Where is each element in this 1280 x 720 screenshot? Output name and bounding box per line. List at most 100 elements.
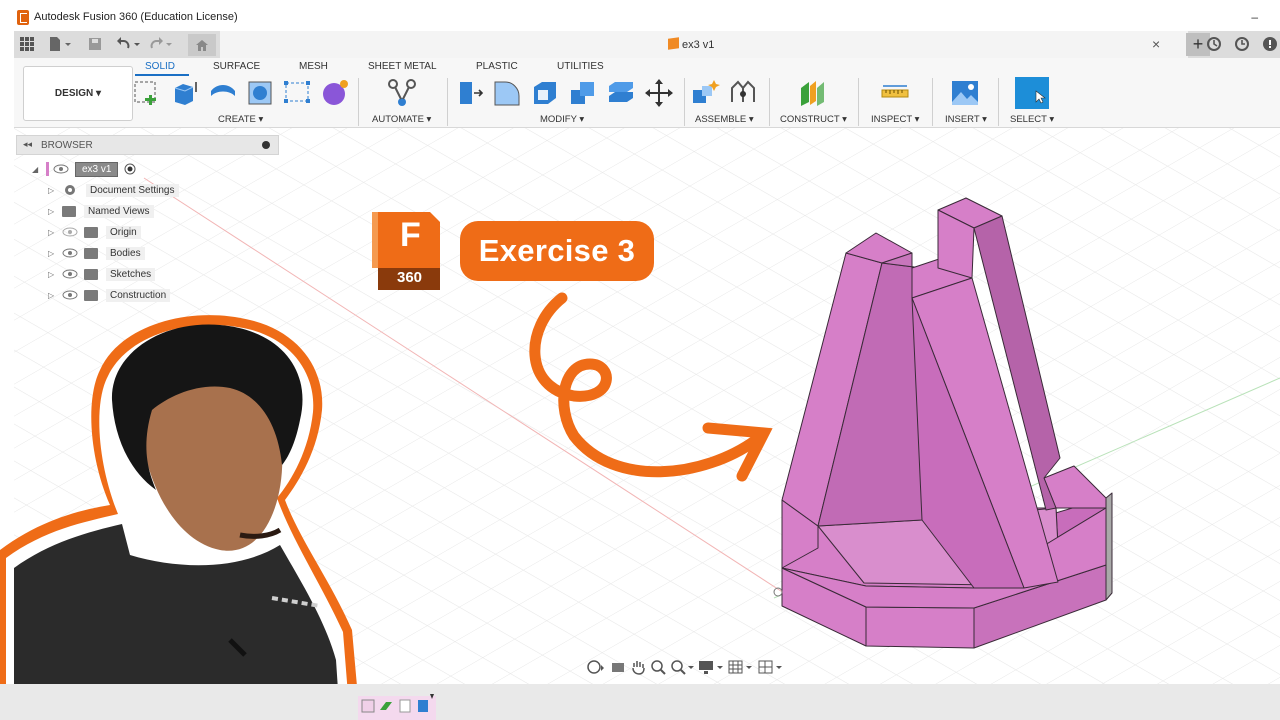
visibility-eye-icon[interactable] [62,248,78,258]
browser-item-label: Named Views [84,204,154,218]
viewports-icon[interactable] [758,659,784,675]
tab-solid[interactable]: SOLID [145,61,175,72]
fillet-icon[interactable] [492,78,522,108]
construct-group-label[interactable]: CONSTRUCT ▾ [780,114,847,125]
hole-icon[interactable] [246,78,276,108]
tab-utilities[interactable]: UTILITIES [557,61,604,72]
combine-icon[interactable] [568,78,598,108]
modify-group-label[interactable]: MODIFY ▾ [540,114,584,125]
home-icon[interactable] [188,34,216,56]
tab-mesh[interactable]: MESH [299,61,328,72]
fit-zoom-icon[interactable] [670,659,694,675]
new-component-icon[interactable] [690,78,720,108]
browser-minimize-icon[interactable] [262,141,270,149]
expand-arrow-icon[interactable]: ▷ [48,270,58,279]
display-settings-icon[interactable] [698,659,724,675]
browser-item-label: Bodies [106,246,145,260]
browser-item-label: Sketches [106,267,156,281]
joint-icon[interactable] [728,78,758,108]
notifications-icon[interactable] [1262,35,1278,53]
expand-arrow-icon[interactable]: ◢ [32,165,42,174]
undo-icon[interactable] [116,35,142,53]
browser-title: BROWSER [41,140,93,151]
redo-icon[interactable] [148,35,174,53]
expand-arrow-icon[interactable]: ▷ [48,291,58,300]
visibility-eye-icon[interactable] [62,269,78,279]
rectangular-pattern-icon[interactable] [282,78,312,108]
active-tab-indicator [135,74,189,76]
measure-icon[interactable] [880,78,910,108]
browser-item-label: Origin [106,225,141,239]
folder-icon [84,268,98,280]
extrude-icon[interactable] [170,78,200,108]
browser-collapse-button[interactable]: ◂◂ [23,139,32,150]
inspect-group-label[interactable]: INSPECT ▾ [871,114,919,125]
folder-icon [84,226,98,238]
insert-group-label[interactable]: INSERT ▾ [945,114,987,125]
create-sketch-icon[interactable] [132,78,162,108]
shell-icon[interactable] [530,78,560,108]
visibility-eye-icon[interactable] [62,290,78,300]
data-panel-grid-icon[interactable] [20,35,34,53]
expand-arrow-icon[interactable]: ▷ [48,186,58,195]
move-icon[interactable] [644,78,674,108]
browser-panel: ◂◂ BROWSER ◢ ex3 v1 ▷ Document Settings … [14,134,280,304]
browser-item-bodies[interactable]: ▷ Bodies [48,244,145,262]
browser-item-named-views[interactable]: ▷ Named Views [48,202,154,220]
job-status-icon[interactable] [1234,35,1250,53]
browser-root-label[interactable]: ex3 v1 [75,161,119,177]
title-bar: Autodesk Fusion 360 (Education License) … [0,0,1280,34]
zoom-icon[interactable] [650,659,666,675]
automate-group-label[interactable]: AUTOMATE ▾ [372,114,431,125]
activate-radio-icon[interactable] [124,163,136,175]
select-group-label[interactable]: SELECT ▾ [1010,114,1054,125]
tab-surface[interactable]: SURFACE [213,61,260,72]
expand-arrow-icon[interactable]: ▷ [48,249,58,258]
extensions-icon[interactable] [1206,35,1222,53]
gear-icon [65,185,75,195]
assemble-group-label[interactable]: ASSEMBLE ▾ [695,114,754,125]
select-icon[interactable] [1014,76,1050,110]
orbit-icon[interactable] [586,659,606,675]
visibility-eye-icon[interactable] [53,164,69,174]
ribbon-divider [858,78,859,126]
document-tab[interactable]: ex3 v1 [220,31,1188,58]
pan-hand-icon[interactable] [630,659,646,675]
browser-item-origin[interactable]: ▷ Origin [48,223,141,241]
ribbon-divider [447,78,448,126]
minimize-button[interactable]: – [1251,10,1258,24]
expand-arrow-icon[interactable]: ▷ [48,207,58,216]
revolve-icon[interactable] [208,78,238,108]
navigation-toolbar [586,656,792,678]
create-group-label[interactable]: CREATE ▾ [218,114,263,125]
ribbon-divider [998,78,999,126]
tab-sheet-metal[interactable]: SHEET METAL [368,61,437,72]
file-menu-icon[interactable] [48,35,72,53]
tab-plastic[interactable]: PLASTIC [476,61,518,72]
grid-settings-icon[interactable] [728,659,754,675]
browser-item-sketches[interactable]: ▷ Sketches [48,265,156,283]
workspace-selector[interactable]: DESIGN ▾ [23,66,133,121]
browser-item-label: Document Settings [86,183,179,197]
hidden-eye-icon[interactable] [62,227,78,237]
create-form-icon[interactable] [320,78,350,108]
document-tab-title: ex3 v1 [682,39,715,51]
save-icon[interactable] [88,35,102,53]
offset-face-icon[interactable] [606,78,636,108]
timeline-features[interactable] [358,690,438,720]
expand-arrow-icon[interactable]: ▷ [48,228,58,237]
offset-plane-icon[interactable] [798,78,828,108]
exercise-title-badge: Exercise 3 [460,221,654,281]
look-at-icon[interactable] [610,659,626,675]
ribbon-divider [358,78,359,126]
logo-letter: F [400,216,421,254]
close-tab-icon[interactable]: × [1152,36,1160,52]
press-pull-icon[interactable] [454,78,484,108]
window-title: Autodesk Fusion 360 (Education License) [34,11,238,23]
automate-icon[interactable] [387,78,417,108]
insert-image-icon[interactable] [950,78,980,108]
browser-item-document-settings[interactable]: ▷ Document Settings [48,181,179,199]
browser-root-row[interactable]: ◢ ex3 v1 [32,160,136,178]
browser-header: ◂◂ BROWSER [16,135,279,155]
root-color-marker [46,162,49,176]
